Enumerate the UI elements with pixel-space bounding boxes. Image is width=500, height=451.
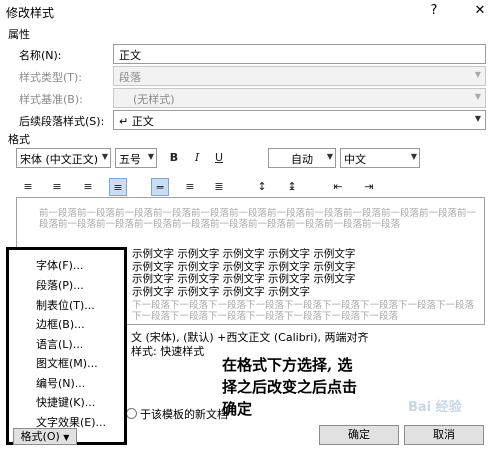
properties-section-title: 属性 xyxy=(8,28,30,41)
menu-item-language[interactable]: 语言(L)... xyxy=(36,336,83,352)
close-icon[interactable]: ✕ xyxy=(470,2,490,20)
chevron-down-icon: ▼ xyxy=(63,433,70,442)
next-style-select[interactable]: ↵ 正文 ▼ xyxy=(113,110,486,130)
format-section-title: 格式 xyxy=(8,133,30,146)
annotation-line: 在格式下方选择, 选 xyxy=(222,356,353,374)
chevron-down-icon: ▼ xyxy=(474,92,481,101)
sample-line: 示例文字 示例文字 示例文字 示例文字 xyxy=(132,285,311,298)
menu-item-tabs[interactable]: 制表位(T)... xyxy=(36,297,95,313)
format-button[interactable]: 格式(O) ▼ xyxy=(13,428,77,445)
annotation-line: 确定 xyxy=(222,400,253,418)
chevron-down-icon: ▼ xyxy=(147,152,154,161)
chevron-down-icon: ▼ xyxy=(410,152,417,161)
align-left-icon[interactable]: ≡ xyxy=(19,178,37,196)
dialog-title: 修改样式 xyxy=(6,6,55,20)
annotation-line: 择之后改变之后点击 xyxy=(222,378,358,396)
font-select[interactable]: 宋体 (中文正文) ▼ xyxy=(16,148,111,168)
help-icon[interactable]: ? xyxy=(424,2,444,20)
new-documents-label: 于该模板的新文档 xyxy=(140,408,228,421)
watermark: Bai 经验 xyxy=(408,400,462,415)
style-type-value: 段落 xyxy=(119,71,141,84)
format-menu: 字体(F)... 段落(P)... 制表位(T)... 边框(B)... 语言(… xyxy=(6,247,127,445)
underline-button[interactable]: U xyxy=(210,149,228,167)
menu-item-border[interactable]: 边框(B)... xyxy=(36,316,85,332)
next-paragraph-preview: 下一段落下一段落下一段落下一段落下一段落下一段落下一段落下一段落下一段落下一段落… xyxy=(132,300,475,322)
chevron-down-icon: ▼ xyxy=(474,70,481,79)
new-documents-radio[interactable] xyxy=(126,408,137,419)
title-bar: 修改样式 ? ✕ xyxy=(0,0,500,22)
font-color-select[interactable]: 自动 ▼ xyxy=(268,148,336,168)
name-label: 名称(N): xyxy=(19,49,62,62)
bold-button[interactable]: B xyxy=(165,149,183,167)
previous-paragraph-preview: 前一段落前一段落前一段落前一段落前一段落前一段落前一段落前一段落前一段落前一段落… xyxy=(39,208,477,230)
language-select[interactable]: 中文 ▼ xyxy=(340,148,420,168)
style-type-select: 段落 ▼ xyxy=(113,66,486,86)
language-value: 中文 xyxy=(344,153,366,166)
double-spacing-icon[interactable]: ≣ xyxy=(210,178,228,196)
sample-line: 示例文字 示例文字 示例文字 示例文字 示例文字 xyxy=(132,248,356,260)
next-style-value: ↵ 正文 xyxy=(119,115,154,128)
sample-line: 示例文字 示例文字 示例文字 示例文字 示例文字 xyxy=(132,273,356,285)
menu-item-numbering[interactable]: 编号(N)... xyxy=(36,375,85,391)
italic-button[interactable]: I xyxy=(188,149,206,167)
font-value: 宋体 (中文正文) xyxy=(20,153,99,166)
menu-item-frame[interactable]: 图文框(M)... xyxy=(36,355,98,371)
font-color-value: 自动 xyxy=(291,153,313,166)
single-spacing-icon[interactable]: ═ xyxy=(151,178,169,196)
chevron-down-icon: ▼ xyxy=(474,114,481,123)
increase-paragraph-spacing-icon[interactable]: ↕ xyxy=(253,178,271,196)
based-on-label: 样式基准(B): xyxy=(19,93,83,106)
chevron-down-icon: ▼ xyxy=(101,152,108,161)
menu-item-font[interactable]: 字体(F)... xyxy=(36,257,83,273)
description-line: 文 (宋体), (默认) +西文正文 (Calibri), 两端对齐 xyxy=(131,331,369,344)
menu-item-paragraph[interactable]: 段落(P)... xyxy=(36,277,84,293)
sample-line: 示例文字 示例文字 示例文字 示例文字 示例文字 xyxy=(132,260,356,273)
decrease-paragraph-spacing-icon[interactable]: ↨ xyxy=(283,178,301,196)
description-line: 样式: 快速样式 xyxy=(131,345,205,358)
font-size-value: 五号 xyxy=(119,153,141,166)
chevron-down-icon: ▼ xyxy=(326,152,333,161)
font-size-select[interactable]: 五号 ▼ xyxy=(115,148,157,168)
increase-indent-icon[interactable]: ⇥ xyxy=(360,178,378,196)
align-center-icon[interactable]: ≡ xyxy=(48,178,66,196)
cancel-button[interactable]: 取消 xyxy=(404,425,484,445)
name-value: 正文 xyxy=(119,49,141,62)
format-button-label: 格式(O) xyxy=(20,430,60,443)
ok-button[interactable]: 确定 xyxy=(319,425,399,445)
annotation: 在格式下方选择, 选 择之后改变之后点击 确定 xyxy=(222,354,357,420)
based-on-select: (无样式) ▼ xyxy=(113,88,486,108)
sample-text-preview: 示例文字 示例文字 示例文字 示例文字 示例文字 示例文字 示例文字 示例文字 … xyxy=(132,248,482,298)
decrease-indent-icon[interactable]: ⇤ xyxy=(329,178,347,196)
style-type-label: 样式类型(T): xyxy=(19,71,83,84)
justify-icon[interactable]: ≡ xyxy=(109,178,127,196)
next-style-label: 后续段落样式(S): xyxy=(19,115,105,128)
name-field[interactable]: 正文 xyxy=(113,44,486,64)
one-half-spacing-icon[interactable]: ≡ xyxy=(181,178,199,196)
based-on-value: (无样式) xyxy=(133,93,175,106)
align-right-icon[interactable]: ≡ xyxy=(79,178,97,196)
menu-item-shortcut-key[interactable]: 快捷键(K)... xyxy=(36,394,95,410)
